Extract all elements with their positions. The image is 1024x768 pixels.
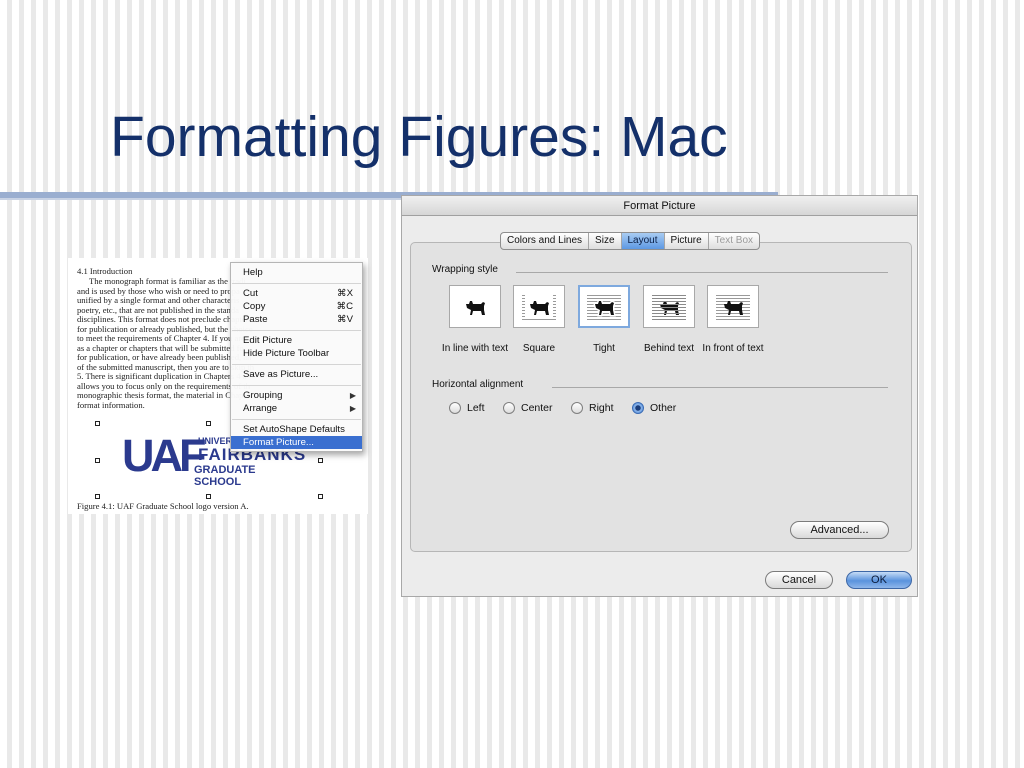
menu-item-arrange[interactable]: Arrange ▶ — [231, 402, 362, 415]
menu-item-help[interactable]: Help — [231, 266, 362, 279]
ok-button[interactable]: OK — [846, 571, 912, 589]
figure-caption: Figure 4.1: UAF Graduate School logo ver… — [77, 501, 249, 511]
wrap-front-icon — [716, 293, 750, 321]
menu-item-label: Copy — [243, 301, 266, 312]
context-menu: Help Cut ⌘X Copy ⌘C Paste ⌘V Edit Picture H… — [230, 262, 363, 452]
menu-item-format-picture[interactable]: Format Picture... — [231, 436, 362, 449]
shortcut-copy: ⌘C — [336, 301, 353, 312]
menu-item-label: Help — [243, 267, 263, 278]
shortcut-paste: ⌘V — [337, 314, 353, 325]
wrap-tight-icon — [587, 293, 621, 321]
wrap-square-icon — [522, 293, 556, 321]
radio-label-left: Left — [467, 402, 485, 414]
menu-separator — [232, 330, 361, 331]
horizontal-alignment-label: Horizontal alignment — [432, 379, 524, 390]
wrapping-style-divider — [516, 272, 888, 273]
logo-graduate-school-text: GRADUATE SCHOOL — [194, 464, 256, 488]
align-other-radio[interactable]: Other — [632, 401, 676, 415]
wrap-tight-button[interactable] — [578, 285, 630, 328]
selection-handle-bottom-right[interactable] — [318, 494, 323, 499]
radio-button-left[interactable] — [449, 402, 461, 414]
horizontal-alignment-divider — [552, 387, 888, 388]
wrap-inline-button[interactable] — [449, 285, 501, 328]
menu-item-label: Cut — [243, 288, 258, 299]
menu-item-label: Paste — [243, 314, 268, 325]
wrap-inline-icon — [458, 293, 492, 321]
selection-handle-mid-right[interactable] — [318, 458, 323, 463]
wrap-front-label: In front of text — [702, 343, 764, 354]
tab-colors-and-lines[interactable]: Colors and Lines — [501, 233, 590, 249]
align-left-radio[interactable]: Left — [449, 401, 485, 415]
wrap-behind-button[interactable] — [643, 285, 695, 328]
menu-item-save-as-picture[interactable]: Save as Picture... — [231, 368, 362, 381]
submenu-arrow-icon: ▶ — [349, 391, 356, 400]
selection-handle-mid-left[interactable] — [95, 458, 100, 463]
wrap-behind-icon — [652, 293, 686, 321]
menu-item-set-autoshape-defaults[interactable]: Set AutoShape Defaults — [231, 423, 362, 436]
radio-button-right[interactable] — [571, 402, 583, 414]
selection-handle-bottom-center[interactable] — [206, 494, 211, 499]
tab-text-box: Text Box — [714, 235, 754, 246]
menu-item-paste[interactable]: Paste ⌘V — [231, 313, 362, 326]
radio-label-right: Right — [589, 402, 614, 414]
tab-size[interactable]: Size — [589, 233, 622, 249]
advanced-button[interactable]: Advanced... — [790, 521, 889, 539]
wrap-square-label: Square — [522, 343, 556, 354]
radio-label-other: Other — [650, 402, 677, 414]
selection-handle-top-left[interactable] — [95, 421, 100, 426]
doc-heading: 4.1 Introduction — [77, 266, 133, 276]
menu-item-edit-picture[interactable]: Edit Picture — [231, 334, 362, 347]
menu-item-label: Format Picture... — [243, 437, 314, 448]
radio-label-center: Center — [521, 402, 553, 414]
wrap-square-button[interactable] — [513, 285, 565, 328]
dialog-title: Format Picture — [402, 196, 917, 216]
wrap-inline-label: In line with text — [441, 343, 509, 354]
wrap-tight-label: Tight — [593, 343, 615, 354]
menu-separator — [232, 283, 361, 284]
logo-uaf-letters: UAF — [122, 430, 207, 481]
menu-item-copy[interactable]: Copy ⌘C — [231, 300, 362, 313]
tab-picture[interactable]: Picture — [665, 233, 709, 249]
menu-separator — [232, 385, 361, 386]
align-center-radio[interactable]: Center — [503, 401, 553, 415]
menu-item-grouping[interactable]: Grouping ▶ — [231, 389, 362, 402]
menu-separator — [232, 419, 361, 420]
selection-handle-bottom-left[interactable] — [95, 494, 100, 499]
radio-button-other[interactable] — [632, 402, 644, 414]
menu-item-hide-picture-toolbar[interactable]: Hide Picture Toolbar — [231, 347, 362, 360]
shortcut-cut: ⌘X — [337, 288, 353, 299]
cancel-button[interactable]: Cancel — [765, 571, 833, 589]
menu-item-label: Edit Picture — [243, 335, 293, 346]
radio-button-center[interactable] — [503, 402, 515, 414]
submenu-arrow-icon: ▶ — [349, 404, 356, 413]
menu-item-label: Save as Picture... — [243, 369, 319, 380]
menu-item-label: Set AutoShape Defaults — [243, 424, 345, 435]
align-right-radio[interactable]: Right — [571, 401, 614, 415]
selection-handle-top-center[interactable] — [206, 421, 211, 426]
format-picture-dialog: Format Picture Colors and Lines Size Lay… — [401, 195, 918, 597]
menu-item-label: Hide Picture Toolbar — [243, 348, 330, 359]
wrap-behind-label: Behind text — [643, 343, 695, 354]
menu-separator — [232, 364, 361, 365]
menu-item-label: Grouping — [243, 390, 283, 401]
menu-item-cut[interactable]: Cut ⌘X — [231, 287, 362, 300]
tab-layout[interactable]: Layout — [621, 233, 665, 249]
wrap-front-button[interactable] — [707, 285, 759, 328]
dialog-tab-bar: Colors and Lines Size Layout Picture Tex… — [500, 232, 761, 250]
wrapping-style-label: Wrapping style — [432, 264, 498, 275]
menu-item-label: Arrange — [243, 403, 278, 414]
slide-title: Formatting Figures: Mac — [110, 105, 728, 169]
